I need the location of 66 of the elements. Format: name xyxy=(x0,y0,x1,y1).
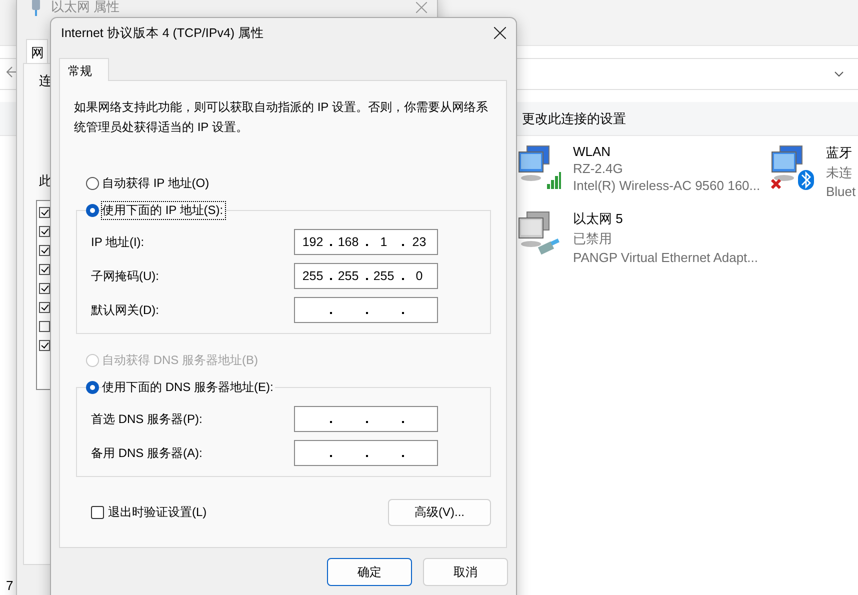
ip-address-field[interactable] xyxy=(294,440,438,466)
octet-separator xyxy=(366,421,368,423)
octet-separator xyxy=(330,455,332,457)
ip-address-field[interactable] xyxy=(294,406,438,432)
adapter-name: Bluet xyxy=(826,184,856,199)
octet-separator xyxy=(366,244,368,246)
chevron-down-icon[interactable] xyxy=(834,71,844,77)
window-title: Internet 协议版本 4 (TCP/IPv4) 属性 xyxy=(61,24,264,42)
connection-name[interactable]: 以太网 5 xyxy=(573,210,758,228)
command-label[interactable]: 更改此连接的设置 xyxy=(522,110,626,128)
component-checkbox[interactable] xyxy=(39,321,50,332)
octet-separator xyxy=(402,421,404,423)
octet-separator xyxy=(402,244,404,246)
ip-address-field[interactable]: 255 255 255 0 xyxy=(294,263,438,289)
connection-status: 已禁用 xyxy=(573,230,613,248)
ok-button[interactable]: 确定 xyxy=(327,558,412,586)
component-checkbox[interactable] xyxy=(39,226,50,237)
component-checkbox[interactable] xyxy=(39,207,50,218)
field-label: 子网掩码(U): xyxy=(91,268,160,284)
octet-separator xyxy=(330,421,332,423)
field-label: IP 地址(I): xyxy=(91,234,146,250)
ip-address-field[interactable]: 192 168 1 23 xyxy=(294,229,438,255)
adapter-name: PANGP Virtual Ethernet Adapt... xyxy=(573,250,758,265)
radio-button[interactable] xyxy=(86,380,99,394)
radio-label[interactable]: 使用下面的 IP 地址(S): xyxy=(102,202,226,218)
connection-name[interactable]: WLAN xyxy=(573,144,760,159)
radio-button[interactable] xyxy=(86,176,99,190)
octet-separator xyxy=(366,312,368,314)
close-icon[interactable] xyxy=(494,27,506,39)
component-checkbox[interactable] xyxy=(39,302,50,313)
radio-label[interactable]: 自动获得 IP 地址(O) xyxy=(102,174,212,192)
octet-separator xyxy=(330,278,332,280)
description-text: 如果网络支持此功能，则可以获取自动指派的 IP 设置。否则，你需要从网络系统管理员处获得适当的 IP 设置。 xyxy=(74,99,489,136)
ip-address-field[interactable] xyxy=(294,297,438,323)
connection-status: RZ-2.4G xyxy=(573,161,624,176)
item-count: 7 xyxy=(6,578,14,593)
radio-label[interactable]: 使用下面的 DNS 服务器地址(E): xyxy=(102,378,276,396)
checkbox-label[interactable]: 退出时验证设置(L) xyxy=(108,504,207,521)
tab[interactable]: 常规 xyxy=(59,58,109,81)
octet-separator xyxy=(402,278,404,280)
radio-button[interactable] xyxy=(86,204,99,216)
connection-status: 未连 xyxy=(826,164,853,182)
component-checkbox[interactable] xyxy=(39,283,50,294)
component-checkbox[interactable] xyxy=(39,245,50,256)
octet-separator xyxy=(330,244,332,246)
octet-separator xyxy=(366,455,368,457)
octet-separator xyxy=(402,312,404,314)
checkbox[interactable] xyxy=(91,506,104,519)
field-label: 默认网关(D): xyxy=(91,302,160,318)
field-label: 备用 DNS 服务器(A): xyxy=(91,444,204,462)
back-arrow-icon[interactable] xyxy=(6,66,18,78)
field-label: 首选 DNS 服务器(P): xyxy=(91,410,204,428)
component-checkbox[interactable] xyxy=(39,340,50,351)
component-checkbox[interactable] xyxy=(39,264,50,275)
signal-bars-icon xyxy=(547,172,561,189)
network-cable-icon xyxy=(31,0,41,16)
network-computer-icon[interactable] xyxy=(770,144,814,190)
octet-separator xyxy=(330,312,332,314)
window-title: 以太网 属性 xyxy=(51,0,120,16)
adapter-name: Intel(R) Wireless-AC 9560 160... xyxy=(573,178,760,193)
connection-name[interactable]: 蓝牙 xyxy=(826,144,856,162)
advanced-button[interactable]: 高级(V)... xyxy=(388,499,491,526)
network-computer-icon[interactable] xyxy=(517,144,561,190)
octet-separator xyxy=(366,278,368,280)
octet-separator xyxy=(402,455,404,457)
cancel-button[interactable]: 取消 xyxy=(423,558,508,586)
